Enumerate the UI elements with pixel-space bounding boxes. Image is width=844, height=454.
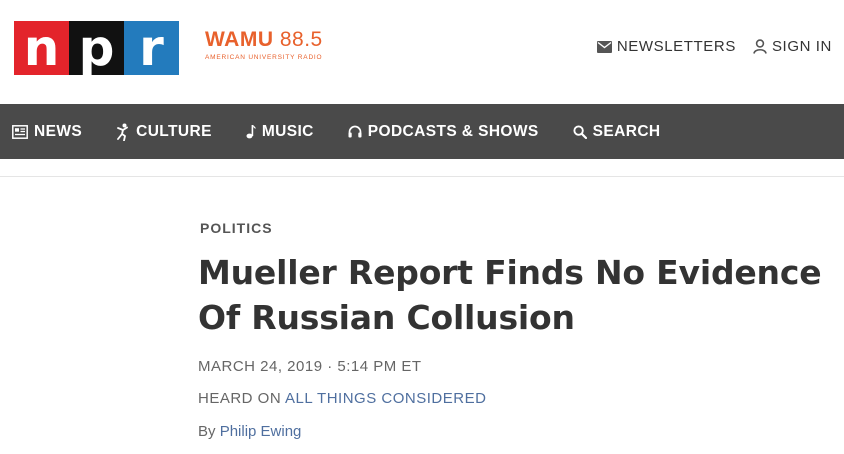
- nav-item-search[interactable]: SEARCH: [573, 123, 661, 141]
- byline-prefix: By: [198, 423, 216, 440]
- heard-on-prefix: HEARD ON: [198, 390, 282, 407]
- author-link[interactable]: Philip Ewing: [220, 423, 302, 440]
- nav-label-podcasts: PODCASTS & SHOWS: [367, 122, 539, 140]
- npr-logo[interactable]: n p r: [14, 21, 179, 75]
- station-frequency: 88.5: [279, 28, 323, 51]
- user-icon: [753, 39, 767, 54]
- nav-label-news: NEWS: [34, 122, 83, 140]
- header-divider: [0, 176, 844, 177]
- story-slug[interactable]: POLITICS: [200, 220, 838, 236]
- culture-icon: [117, 123, 129, 141]
- story-date: MARCH 24, 2019 · 5:14 PM ET: [198, 358, 422, 375]
- npr-logo-n: n: [14, 21, 69, 75]
- nav-label-music: MUSIC: [261, 122, 314, 140]
- news-icon: [12, 124, 28, 139]
- site-header: n p r WAMU 88.5 AMERICAN UNIVERSITY RADI…: [0, 0, 844, 104]
- story-headline: Mueller Report Finds No Evidence Of Russ…: [198, 253, 822, 337]
- sign-in-link[interactable]: SIGN IN: [753, 38, 832, 55]
- nav-item-news[interactable]: NEWS: [12, 123, 82, 141]
- headphones-icon: [348, 125, 362, 138]
- story-header: POLITICS Mueller Report Finds No Evidenc…: [198, 220, 838, 440]
- search-icon: [573, 124, 587, 139]
- station-name: WAMU 88.5: [205, 29, 323, 51]
- nav-item-culture[interactable]: CULTURE: [116, 123, 212, 141]
- nav-label-culture: CULTURE: [136, 122, 212, 140]
- newsletters-link[interactable]: NEWSLETTERS: [596, 38, 736, 55]
- nav-label-search: SEARCH: [592, 122, 661, 140]
- sign-in-label: SIGN IN: [771, 38, 832, 55]
- nav-item-podcasts[interactable]: PODCASTS & SHOWS: [348, 123, 539, 141]
- station-call-letters: WAMU: [205, 28, 274, 51]
- envelope-icon: [596, 40, 612, 53]
- nav-item-music[interactable]: MUSIC: [246, 123, 314, 141]
- station-logo[interactable]: WAMU 88.5 AMERICAN UNIVERSITY RADIO: [205, 29, 323, 62]
- heard-on: HEARD ON ALL THINGS CONSIDERED: [198, 390, 838, 407]
- utility-links: NEWSLETTERS SIGN IN: [580, 38, 832, 55]
- npr-logo-p: p: [69, 21, 124, 75]
- music-note-icon: [246, 125, 256, 139]
- newsletters-label: NEWSLETTERS: [616, 38, 736, 55]
- program-link[interactable]: ALL THINGS CONSIDERED: [285, 390, 486, 407]
- main-nav: NEWS CULTURE MUSIC PODCASTS & SHOWS SEAR…: [0, 104, 844, 159]
- npr-logo-r: r: [124, 21, 179, 75]
- byline: By Philip Ewing: [198, 423, 838, 440]
- station-subtitle: AMERICAN UNIVERSITY RADIO: [205, 54, 323, 61]
